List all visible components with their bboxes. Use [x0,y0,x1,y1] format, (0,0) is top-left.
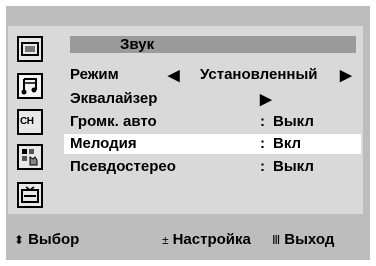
select-hint-label: Выбор [28,231,80,248]
exit-hint-label: Выход [284,231,335,248]
setup-icon[interactable] [17,144,43,170]
menu-row-melody[interactable]: Мелодия : Вкл [64,134,361,154]
menu-title: Звук [120,36,155,53]
right-arrow-icon[interactable]: ▶ [340,66,352,84]
auto-volume-label: Громк. авто [70,113,157,130]
equalizer-label: Эквалайзер [70,90,158,107]
adjust-hint-label: Настройка [172,231,251,248]
channel-icon[interactable]: CH [17,109,43,135]
colon: : [260,158,265,175]
menu-row-mode[interactable]: Режим ◀ Установленный ▶ [70,65,360,85]
menu-title-bar: Звук [70,36,356,53]
footer-hints: ⬍ Выбор ± Настройка Ⅲ Выход [14,231,370,249]
mode-value: Установленный [200,66,318,83]
pseudo-stereo-label: Псевдостерео [70,158,176,175]
pseudo-stereo-value: Выкл [273,158,314,175]
auto-volume-value: Выкл [273,113,314,130]
melody-value: Вкл [273,135,302,152]
input-icon[interactable] [17,182,43,208]
auto-volume-value-group: : Выкл [260,113,314,130]
plus-minus-icon: ± [162,233,169,247]
melody-label: Мелодия [70,135,137,152]
picture-icon[interactable] [17,36,43,62]
colon: : [260,135,265,152]
melody-value-group: : Вкл [260,135,301,152]
exit-hint: Ⅲ Выход [272,231,334,248]
mode-label: Режим [70,66,119,83]
menu-row-auto-volume[interactable]: Громк. авто : Выкл [70,112,360,132]
up-down-icon: ⬍ [14,233,25,247]
menu-row-pseudo-stereo[interactable]: Псевдостерео : Выкл [70,157,360,177]
menu-button-icon: Ⅲ [272,233,281,247]
select-hint: ⬍ Выбор [14,231,79,248]
submenu-arrow-icon[interactable]: ▶ [260,90,272,108]
menu-row-equalizer[interactable]: Эквалайзер ▶ [70,89,360,109]
menu-sidebar: CH [17,36,43,208]
channel-icon-label: CH [20,116,34,127]
colon: : [260,113,265,130]
left-arrow-icon[interactable]: ◀ [168,66,180,84]
pseudo-stereo-value-group: : Выкл [260,158,314,175]
sound-icon[interactable] [17,73,43,99]
adjust-hint: ± Настройка [162,231,251,248]
